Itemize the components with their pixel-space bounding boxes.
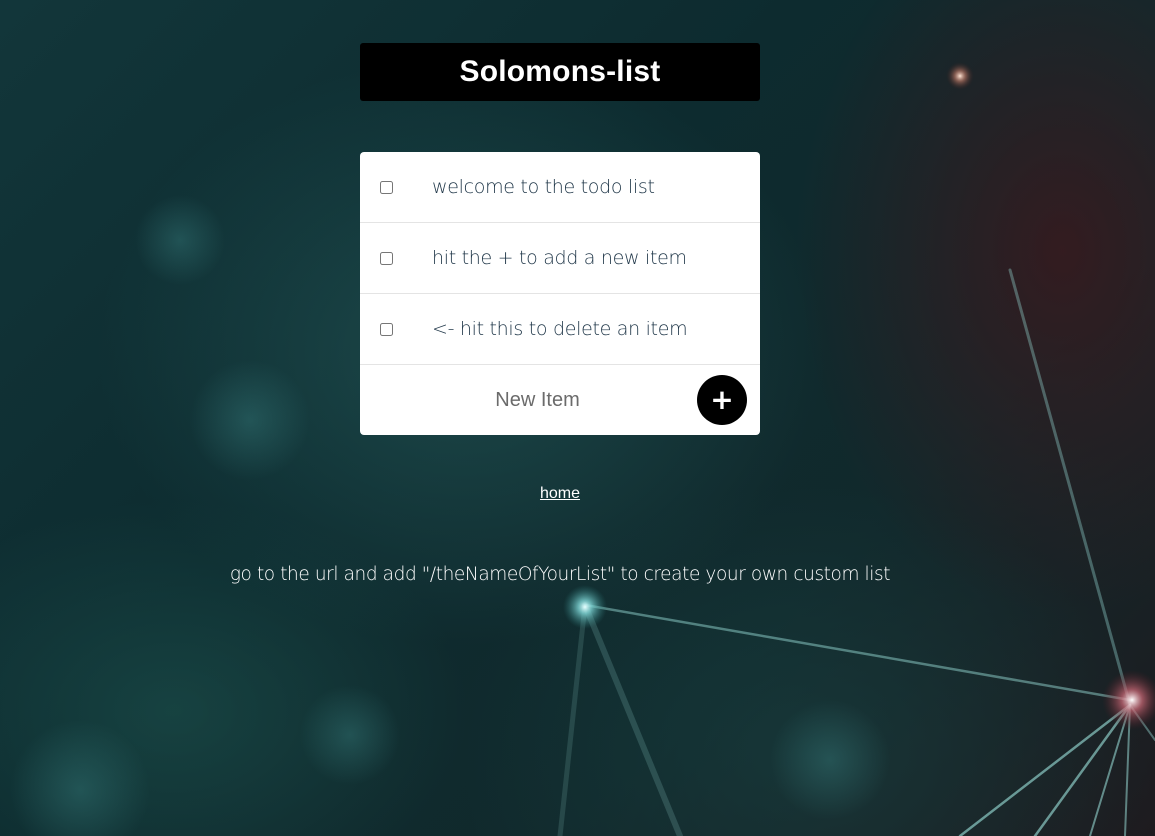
custom-list-instructions: go to the url and add "/theNameOfYourLis… xyxy=(229,564,891,585)
page-title: Solomons-list xyxy=(459,55,661,88)
list-item: welcome to the todo list xyxy=(360,152,760,223)
item-checkbox[interactable] xyxy=(380,251,393,265)
new-item-row: + xyxy=(360,365,760,435)
add-item-button[interactable]: + xyxy=(697,375,747,425)
item-label: welcome to the todo list xyxy=(432,176,655,198)
item-label: hit the + to add a new item xyxy=(432,247,687,269)
new-item-input[interactable] xyxy=(360,365,715,435)
item-label: <- hit this to delete an item xyxy=(432,318,688,340)
item-checkbox[interactable] xyxy=(380,180,393,194)
home-link-container: home xyxy=(0,485,1120,503)
todo-list-card: welcome to the todo list hit the + to ad… xyxy=(360,152,760,435)
list-item: hit the + to add a new item xyxy=(360,223,760,294)
list-item: <- hit this to delete an item xyxy=(360,294,760,365)
home-link[interactable]: home xyxy=(540,485,580,502)
item-checkbox[interactable] xyxy=(380,322,393,336)
list-title-banner: Solomons-list xyxy=(360,43,760,101)
